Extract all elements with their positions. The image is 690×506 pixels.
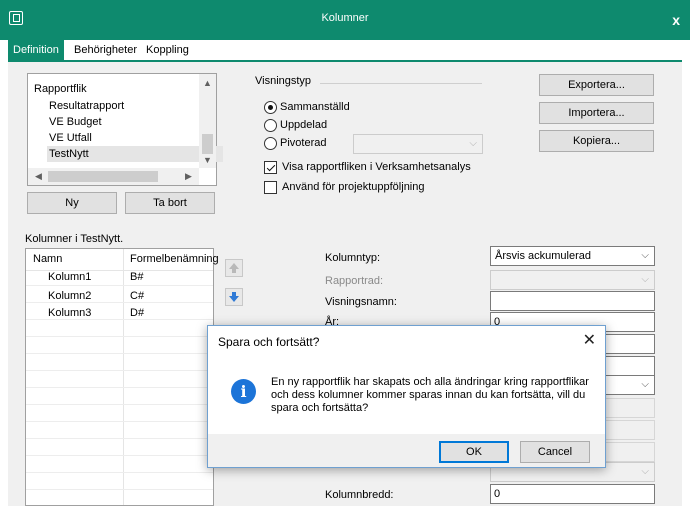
- window-titlebar: Kolumner x: [0, 0, 690, 40]
- rapportrad-combo[interactable]: ⌵: [490, 270, 655, 290]
- list-item[interactable]: VE Utfall: [49, 130, 92, 146]
- grid-row-line: [26, 336, 213, 337]
- move-up-button[interactable]: [225, 259, 243, 277]
- chevron-down-icon: ⌵: [469, 138, 477, 149]
- kolumntyp-value: Årsvis ackumulerad: [495, 250, 591, 262]
- ok-button[interactable]: OK: [439, 441, 509, 463]
- scroll-up-icon[interactable]: ▲: [199, 75, 216, 91]
- radio-uppdelad[interactable]: [264, 119, 277, 132]
- visningsnamn-input[interactable]: [490, 291, 655, 311]
- grid-row-line: [26, 353, 213, 354]
- list-item[interactable]: VE Budget: [49, 114, 102, 130]
- table-row-formula[interactable]: D#: [130, 307, 144, 319]
- list-horizontal-scrollbar[interactable]: ◀ ▶: [28, 168, 199, 185]
- columns-grid-caption: Kolumner i TestNytt.: [25, 233, 124, 245]
- tab-koppling-rapportflik[interactable]: Koppling Rapportflik: [141, 40, 204, 76]
- rapportrad-label: Rapportrad:: [325, 275, 384, 287]
- grid-row-line: [26, 370, 213, 371]
- visningsnamn-label: Visningsnamn:: [325, 296, 397, 308]
- table-row-name[interactable]: Kolumn3: [48, 307, 91, 319]
- rapportflik-list-header: Rapportflik: [34, 83, 87, 95]
- import-button[interactable]: Importera...: [539, 102, 654, 124]
- radio-pivoterad[interactable]: [264, 137, 277, 150]
- dialog-message: En ny rapportflik har skapats och alla ä…: [271, 376, 589, 414]
- scroll-thumb[interactable]: [48, 171, 158, 182]
- grid-row-line: [26, 455, 213, 456]
- grid-row-line: [26, 404, 213, 405]
- columns-grid[interactable]: Namn Formelbenämning Kolumn1 B# Kolumn2 …: [25, 248, 219, 506]
- window-close-button[interactable]: x: [672, 12, 680, 28]
- grid-row-line: [26, 319, 213, 320]
- grid-row-line: [26, 285, 213, 286]
- list-item[interactable]: Resultatrapport: [49, 98, 124, 114]
- grid-column-divider: [123, 249, 124, 505]
- radio-label-uppdelad: Uppdelad: [280, 119, 328, 131]
- tab-behorigheter[interactable]: Behörigheter: [69, 40, 142, 60]
- chevron-down-icon: ⌵: [641, 466, 649, 477]
- cancel-button[interactable]: Cancel: [520, 441, 590, 463]
- copy-button[interactable]: Kopiera...: [539, 130, 654, 152]
- export-button[interactable]: Exportera...: [539, 74, 654, 96]
- radio-sammanstalld[interactable]: [264, 101, 277, 114]
- radio-label-pivoterad: Pivoterad: [280, 137, 327, 149]
- dialog-close-button[interactable]: ✕: [583, 330, 596, 350]
- window-title: Kolumner: [321, 12, 369, 24]
- move-down-button[interactable]: [225, 288, 243, 306]
- grid-row-line: [26, 438, 213, 439]
- tab-definition[interactable]: Definition: [8, 40, 64, 60]
- checkbox-visa-rapportflik[interactable]: [264, 161, 277, 174]
- new-button[interactable]: Ny: [27, 192, 117, 214]
- dialog-title: Spara och fortsätt?: [218, 335, 320, 349]
- grid-header-formelbenamning[interactable]: Formelbenämning: [130, 253, 219, 265]
- table-row-formula[interactable]: B#: [130, 271, 143, 283]
- checkbox-projektuppfoljning[interactable]: [264, 181, 277, 194]
- save-continue-dialog: Spara och fortsätt? ✕ i En ny rapportfli…: [207, 325, 606, 468]
- grid-row-line: [26, 421, 213, 422]
- chevron-down-icon: ⌵: [641, 250, 649, 261]
- rapportflik-listbox[interactable]: Rapportflik Resultatrapport VE Budget VE…: [27, 73, 223, 186]
- group-divider: [320, 83, 482, 84]
- grid-row-line: [26, 302, 213, 303]
- scroll-thumb[interactable]: [202, 134, 213, 154]
- grid-row-line: [26, 489, 213, 490]
- radio-label-sammanstalld: Sammanställd: [280, 101, 350, 113]
- grid-header-namn[interactable]: Namn: [33, 253, 62, 265]
- list-item-selected[interactable]: TestNytt: [47, 146, 223, 162]
- kolumnbredd-input[interactable]: 0: [490, 484, 655, 504]
- arrow-up-icon: [229, 263, 239, 273]
- list-vertical-scrollbar[interactable]: ▲ ▼: [199, 74, 216, 168]
- pivot-combo[interactable]: ⌵: [353, 134, 483, 154]
- delete-button[interactable]: Ta bort: [125, 192, 215, 214]
- kolumntyp-combo[interactable]: Årsvis ackumulerad ⌵: [490, 246, 655, 266]
- info-icon: i: [231, 379, 256, 404]
- grid-row-line: [26, 387, 213, 388]
- scroll-left-icon[interactable]: ◀: [30, 168, 47, 184]
- chevron-down-icon: ⌵: [641, 274, 649, 285]
- table-row-name[interactable]: Kolumn1: [48, 271, 91, 283]
- chevron-down-icon: ⌵: [641, 379, 649, 390]
- table-row-name[interactable]: Kolumn2: [48, 290, 91, 302]
- checkbox-label-projekt: Använd för projektuppföljning: [282, 181, 425, 193]
- checkbox-label-visa: Visa rapportfliken i Verksamhetsanalys: [282, 161, 471, 173]
- kolumntyp-label: Kolumntyp:: [325, 252, 381, 264]
- dialog-footer: OK Cancel: [208, 434, 605, 467]
- kolumnbredd-label: Kolumnbredd:: [325, 489, 394, 501]
- table-row-formula[interactable]: C#: [130, 290, 144, 302]
- arrow-down-icon: [229, 292, 239, 302]
- grid-row-line: [26, 472, 213, 473]
- visningstyp-header: Visningstyp: [255, 75, 312, 87]
- scroll-right-icon[interactable]: ▶: [180, 168, 197, 184]
- scroll-down-icon[interactable]: ▼: [199, 152, 216, 168]
